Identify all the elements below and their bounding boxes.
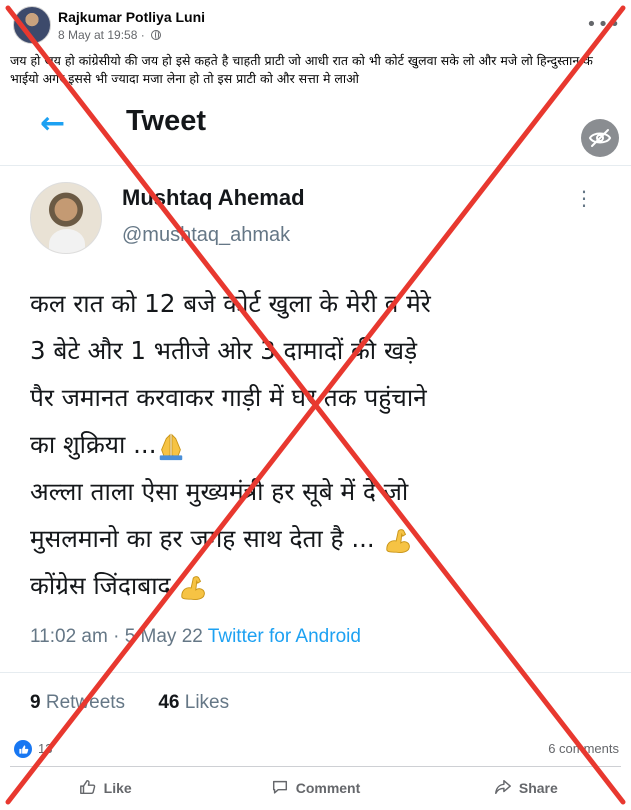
tweet-header-title: Tweet [126, 105, 207, 137]
likes-label: Likes [184, 692, 230, 713]
comment-button[interactable]: Comment [210, 770, 420, 806]
folded-hands-emoji-icon [156, 431, 186, 461]
tweet-line: का शुक्रिया ... [30, 421, 610, 468]
tweet-line: कल रात को 12 बजे कोर्ट खुला के मेरी व मे… [30, 289, 431, 318]
comment-count[interactable]: 6 comments [548, 741, 619, 756]
share-button[interactable]: Share [421, 770, 631, 806]
like-label: Like [103, 780, 132, 796]
tweet-line-text: मुसलमानो का हर जगह साथ देता है ... [30, 524, 375, 553]
tweet-line: पैर जमानत करवाकर गाड़ी में घर तक पहुंचाने [30, 383, 427, 412]
globe-icon [151, 30, 162, 40]
like-reaction-icon [14, 740, 32, 758]
likes-stat[interactable]: 46 Likes [158, 692, 229, 713]
divider [10, 766, 621, 767]
retweets-stat[interactable]: 9 Retweets [30, 692, 125, 713]
tweet-line: मुसलमानो का हर जगह साथ देता है ... [30, 515, 610, 562]
comment-label: Comment [295, 780, 361, 796]
hide-eye-icon[interactable] [581, 119, 619, 157]
tweet-stats: 9 Retweets 46 Likes [30, 692, 257, 714]
post-caption: जय हो जय हो कांग्रेसीयो की जय हो इसे कहत… [10, 53, 593, 86]
more-options-icon[interactable]: ••• [586, 14, 621, 35]
retweets-count: 9 [30, 692, 41, 713]
post-timestamp[interactable]: 8 May at 19:58 · [58, 28, 145, 42]
tweet-line: 3 बेटे और 1 भतीजे ओर 3 दामादों की खड़े [30, 336, 418, 365]
tweet-author-name[interactable]: Mushtaq Ahemad [122, 185, 305, 211]
reactions-bar: 13 6 comments [0, 736, 631, 762]
tweet-line-text: कोंग्रेस जिंदाबाद [30, 571, 171, 600]
thumbs-up-icon [79, 778, 97, 799]
tweet-line: कोंग्रेस जिंदाबाद [30, 562, 610, 609]
post-header: Rajkumar Potliya Luni 8 May at 19:58 · •… [0, 0, 631, 48]
tweet-time: 11:02 am · 5 May 22 [30, 626, 203, 647]
back-arrow-icon[interactable]: ← [40, 106, 65, 141]
comment-bubble-icon [271, 778, 289, 799]
tweet-more-icon[interactable]: ⋮ [574, 186, 594, 210]
tweet-line-text: का शुक्रिया ... [30, 430, 157, 459]
post-actions: Like Comment Share [0, 770, 631, 806]
retweets-label: Retweets [45, 692, 126, 713]
author-avatar[interactable] [13, 6, 51, 44]
tweet-avatar[interactable] [30, 182, 102, 254]
flexed-biceps-emoji-icon [383, 525, 413, 555]
tweet-text: कल रात को 12 बजे कोर्ट खुला के मेरी व मे… [30, 280, 610, 609]
likes-count: 46 [158, 692, 180, 713]
divider [0, 165, 631, 166]
reaction-count[interactable]: 13 [38, 741, 52, 756]
post-meta: 8 May at 19:58 · [58, 28, 162, 42]
tweet-source-link[interactable]: Twitter for Android [208, 626, 361, 647]
tweet-screenshot: ← Tweet Mushtaq Ahemad @mushtaq_ahmak ⋮ … [0, 100, 631, 726]
divider [0, 672, 631, 673]
tweet-author-handle[interactable]: @mushtaq_ahmak [122, 224, 290, 247]
flexed-biceps-emoji-icon [178, 572, 208, 602]
tweet-timestamp: 11:02 am · 5 May 22 Twitter for Android [30, 626, 361, 648]
tweet-line: अल्ला ताला ऐसा मुख्यमंत्री हर सूबे में द… [30, 477, 409, 506]
share-label: Share [518, 780, 558, 796]
like-button[interactable]: Like [0, 770, 210, 806]
author-name[interactable]: Rajkumar Potliya Luni [58, 9, 205, 25]
share-arrow-icon [494, 778, 512, 799]
